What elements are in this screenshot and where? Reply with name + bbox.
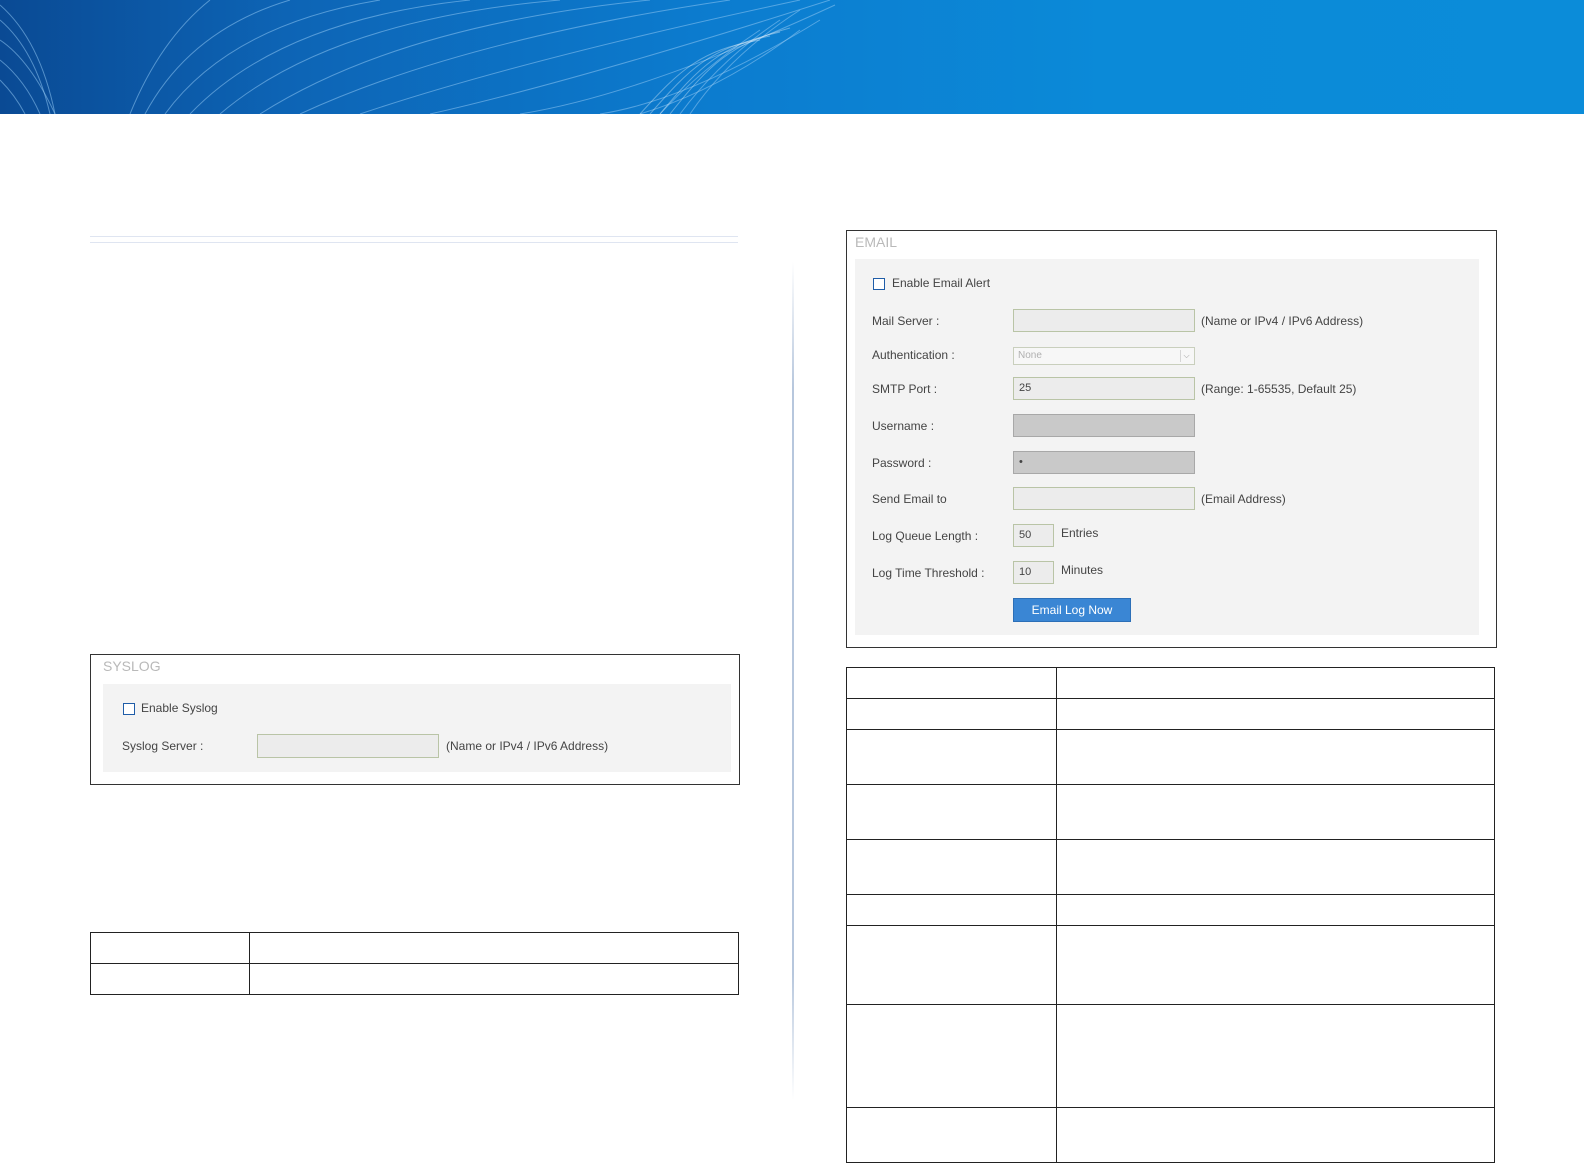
table-cell — [1056, 1107, 1495, 1163]
mail-server-hint: (Name or IPv4 / IPv6 Address) — [1201, 314, 1364, 328]
log-queue-length-unit: Entries — [1061, 526, 1099, 540]
section-rule-top — [90, 236, 738, 237]
table-cell — [249, 932, 739, 964]
table-cell — [249, 963, 739, 995]
email-panel: EMAIL Enable Email Alert Mail Server : (… — [846, 230, 1497, 648]
username-input[interactable] — [1013, 414, 1195, 437]
log-queue-length-label: Log Queue Length : — [872, 529, 979, 543]
email-field-table — [846, 667, 1495, 1163]
authentication-select[interactable]: None ⌵ — [1013, 347, 1195, 365]
email-panel-title: EMAIL — [855, 234, 898, 250]
table-cell — [846, 894, 1057, 926]
password-input[interactable]: • — [1013, 451, 1195, 474]
syslog-panel-body: Enable Syslog Syslog Server : (Name or I… — [103, 684, 731, 772]
table-cell — [1056, 1004, 1495, 1108]
table-cell — [1056, 925, 1495, 1005]
smtp-port-label: SMTP Port : — [872, 382, 938, 396]
email-log-now-button[interactable]: Email Log Now — [1013, 598, 1131, 622]
table-cell — [1056, 729, 1495, 785]
log-time-threshold-label: Log Time Threshold : — [872, 566, 985, 580]
table-cell — [846, 667, 1057, 699]
table-cell — [1056, 839, 1495, 895]
table-cell — [846, 1004, 1057, 1108]
table-cell — [1056, 698, 1495, 730]
syslog-server-label: Syslog Server : — [122, 739, 204, 753]
authentication-select-value: None — [1018, 350, 1042, 361]
table-cell — [846, 1107, 1057, 1163]
send-email-to-hint: (Email Address) — [1201, 492, 1286, 506]
log-time-threshold-unit: Minutes — [1061, 563, 1104, 577]
send-email-to-input[interactable] — [1013, 487, 1195, 510]
section-rule-bottom — [90, 242, 738, 243]
smtp-port-hint: (Range: 1-65535, Default 25) — [1201, 382, 1357, 396]
syslog-panel-title: SYSLOG — [103, 658, 161, 674]
email-panel-body: Enable Email Alert Mail Server : (Name o… — [855, 259, 1479, 635]
syslog-server-hint: (Name or IPv4 / IPv6 Address) — [446, 739, 609, 753]
table-cell — [1056, 667, 1495, 699]
log-time-threshold-input[interactable]: 10 — [1013, 561, 1054, 584]
column-divider — [792, 262, 794, 1100]
enable-email-alert-checkbox[interactable] — [873, 278, 885, 290]
table-cell — [846, 925, 1057, 1005]
table-cell — [90, 932, 250, 964]
table-cell — [846, 784, 1057, 840]
table-cell — [846, 839, 1057, 895]
enable-syslog-checkbox[interactable] — [123, 703, 135, 715]
table-cell — [846, 698, 1057, 730]
chevron-down-icon: ⌵ — [1180, 350, 1192, 362]
authentication-label: Authentication : — [872, 348, 955, 362]
syslog-server-input[interactable] — [257, 734, 439, 758]
table-cell — [1056, 784, 1495, 840]
mail-server-label: Mail Server : — [872, 314, 940, 328]
table-cell — [1056, 894, 1495, 926]
log-queue-length-input[interactable]: 50 — [1013, 524, 1054, 547]
mail-server-input[interactable] — [1013, 309, 1195, 332]
table-cell — [90, 963, 250, 995]
enable-email-alert-label: Enable Email Alert — [892, 276, 991, 290]
smtp-port-input[interactable]: 25 — [1013, 377, 1195, 400]
header-banner — [0, 0, 1584, 114]
banner-wave-graphic — [0, 0, 836, 114]
enable-syslog-label: Enable Syslog — [141, 701, 218, 715]
syslog-panel: SYSLOG Enable Syslog Syslog Server : (Na… — [90, 654, 740, 785]
table-cell — [846, 729, 1057, 785]
username-label: Username : — [872, 419, 935, 433]
syslog-field-table — [90, 932, 739, 995]
send-email-to-label: Send Email to — [872, 492, 947, 506]
password-label: Password : — [872, 456, 932, 470]
